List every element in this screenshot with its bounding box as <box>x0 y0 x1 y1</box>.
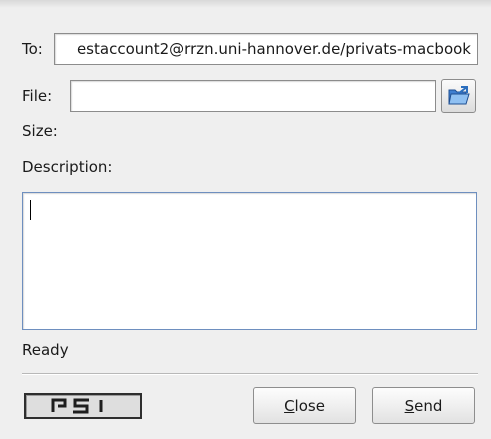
close-button[interactable]: Close <box>253 387 356 424</box>
psi-logo <box>24 393 142 419</box>
folder-open-icon <box>447 86 470 105</box>
file-label: File: <box>22 87 53 105</box>
send-label: end <box>414 396 443 415</box>
separator <box>22 373 478 375</box>
to-field[interactable]: estaccount2@rrzn.uni-hannover.de/privats… <box>54 33 478 65</box>
browse-button[interactable] <box>441 79 476 113</box>
send-file-dialog: To: estaccount2@rrzn.uni-hannover.de/pri… <box>0 0 491 439</box>
close-mnemonic: C <box>284 396 295 415</box>
close-label: lose <box>294 396 325 415</box>
file-field[interactable] <box>70 80 436 112</box>
status-text: Ready <box>22 341 69 359</box>
size-label: Size: <box>22 122 58 140</box>
to-label: To: <box>22 40 43 58</box>
psi-logo-glyphs <box>51 398 103 414</box>
to-value: estaccount2@rrzn.uni-hannover.de/privats… <box>76 40 471 58</box>
description-textarea[interactable] <box>22 192 477 330</box>
text-caret <box>30 200 31 220</box>
description-label: Description: <box>22 158 113 176</box>
send-button[interactable]: Send <box>372 387 475 424</box>
send-mnemonic: S <box>404 396 415 415</box>
title-shadow <box>0 0 491 8</box>
